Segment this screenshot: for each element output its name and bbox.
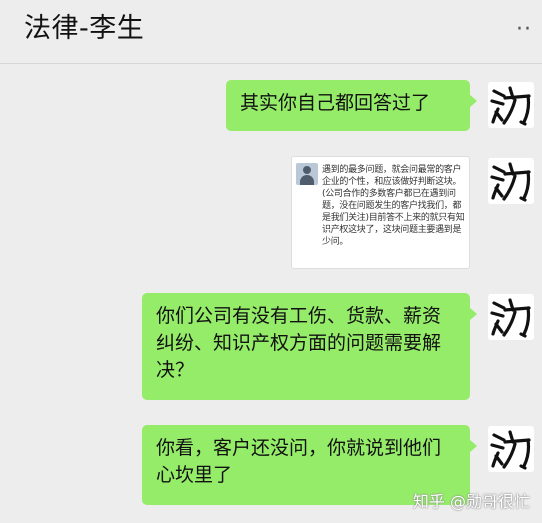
- avatar[interactable]: [488, 294, 534, 340]
- chat-header: 法律-李生 ··: [0, 0, 542, 64]
- message-text: 你们公司有没有工伤、货款、薪资纠纷、知识产权方面的问题需要解决？: [156, 305, 442, 381]
- watermark: 知乎 @勋哥很忙: [412, 492, 530, 511]
- message-bubble[interactable]: 你们公司有没有工伤、货款、薪资纠纷、知识产权方面的问题需要解决？: [142, 293, 477, 400]
- avatar[interactable]: [488, 426, 534, 472]
- more-dots-icon[interactable]: ··: [516, 17, 532, 43]
- image-avatar: [296, 163, 318, 185]
- avatar[interactable]: [488, 82, 534, 128]
- chat-title: 法律-李生: [24, 13, 145, 44]
- message-text: 你看，客户还没问，你就说到他们心坎里了: [156, 437, 442, 486]
- image-text: 遇到的最多问题，就会问最常的客户企业的个性，和应该做好判断这块。(公司合作的多数…: [322, 165, 465, 247]
- avatar[interactable]: [488, 158, 534, 204]
- message-bubble[interactable]: 其实你自己都回答过了: [226, 80, 477, 131]
- message-image[interactable]: 遇到的最多问题，就会问最常的客户企业的个性，和应该做好判断这块。(公司合作的多数…: [291, 156, 470, 269]
- message-text: 其实你自己都回答过了: [240, 92, 431, 114]
